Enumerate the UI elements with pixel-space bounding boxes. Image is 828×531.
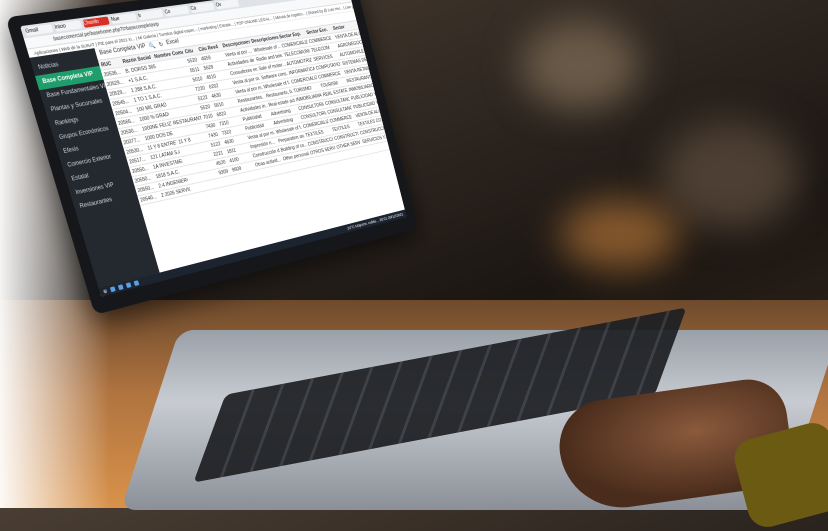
app-window: Noticias Base Completa VIP Base Fundamen…	[29, 9, 405, 289]
background-blur-light	[660, 120, 800, 230]
date: 20/12/2021	[387, 211, 404, 220]
background-blur-light	[520, 20, 640, 110]
search-icon[interactable]	[109, 286, 116, 293]
search-icon[interactable]: 🔍	[148, 42, 156, 50]
clock: 20:01	[378, 216, 388, 223]
excel-icon[interactable]	[133, 280, 140, 287]
chrome-icon[interactable]	[125, 282, 132, 289]
windows-start-icon[interactable]: ⊞	[103, 288, 108, 295]
excel-export-button[interactable]: Excel	[166, 39, 180, 47]
laptop-screen: Gmail Inicio Chanllo Nue Ir Co Ca Ov bas…	[20, 0, 407, 297]
refresh-icon[interactable]: ↻	[158, 41, 164, 48]
background-blur-light	[560, 200, 680, 270]
file-explorer-icon[interactable]	[117, 284, 124, 291]
